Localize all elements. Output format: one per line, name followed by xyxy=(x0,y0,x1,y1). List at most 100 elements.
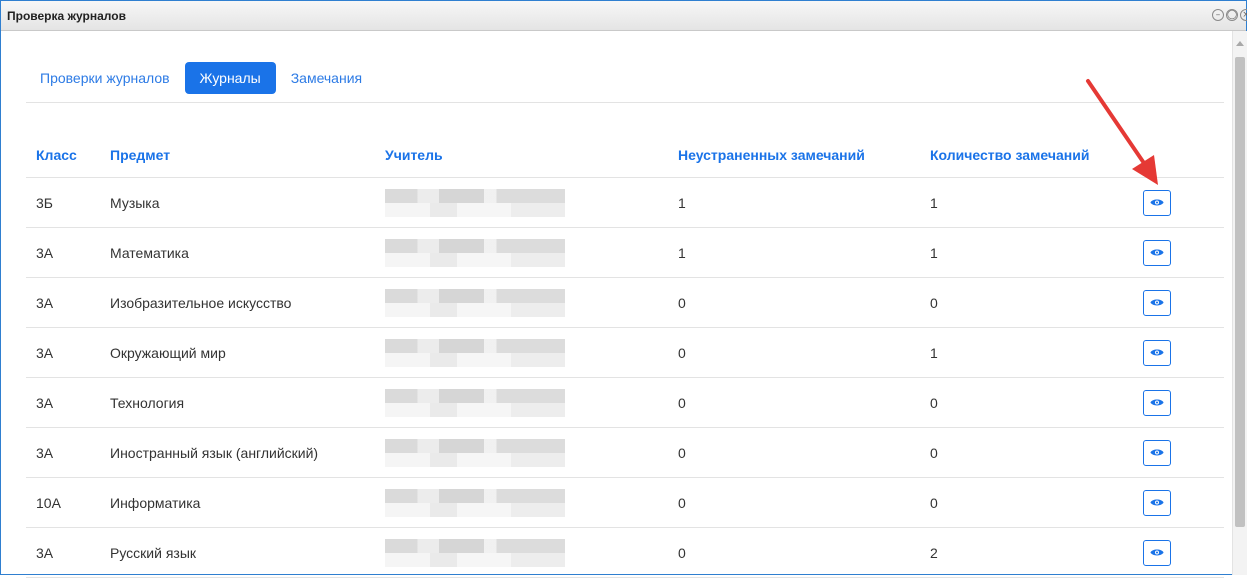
tab-journal-checks[interactable]: Проверки журналов xyxy=(31,62,179,94)
cell-total-remarks: 0 xyxy=(930,294,938,311)
table-row: 3А Математика 1 1 xyxy=(26,228,1224,278)
journal-check-window: Проверка журналов – ◯ × Проверки журнало… xyxy=(0,0,1247,578)
redacted-teacher-name xyxy=(385,188,565,217)
close-icon[interactable]: × xyxy=(1240,9,1247,21)
cell-open-remarks: 1 xyxy=(678,244,686,261)
window-title: Проверка журналов xyxy=(7,9,126,23)
redacted-teacher-name xyxy=(385,538,565,567)
cell-teacher-redacted xyxy=(385,178,565,227)
cell-subject: Русский язык xyxy=(110,544,197,561)
cell-teacher-redacted xyxy=(385,378,565,427)
view-journal-button[interactable] xyxy=(1143,539,1171,566)
cell-subject: Музыка xyxy=(110,194,160,211)
tab-remarks[interactable]: Замечания xyxy=(282,62,371,94)
view-journal-button[interactable] xyxy=(1143,239,1171,266)
view-journal-button[interactable] xyxy=(1143,289,1171,316)
cell-open-remarks: 1 xyxy=(678,194,686,211)
eye-icon xyxy=(1150,549,1164,556)
window-titlebar[interactable]: Проверка журналов – ◯ × xyxy=(1,1,1247,31)
cell-teacher-redacted xyxy=(385,328,565,377)
eye-icon xyxy=(1150,299,1164,306)
table-divider xyxy=(26,102,1224,103)
table-row: 3А Изобразительное искусство 0 0 xyxy=(26,278,1224,328)
redacted-teacher-name xyxy=(385,238,565,267)
cell-subject: Изобразительное искусство xyxy=(110,294,292,311)
scroll-thumb[interactable] xyxy=(1235,57,1245,527)
eye-icon xyxy=(1150,349,1164,356)
cell-open-remarks: 0 xyxy=(678,444,686,461)
cell-subject: Технология xyxy=(110,394,185,411)
cell-class: 3Б xyxy=(36,194,53,211)
eye-icon xyxy=(1150,399,1164,406)
table-row: 3А Русский язык 0 2 xyxy=(26,528,1224,578)
redacted-teacher-name xyxy=(385,338,565,367)
table-row: 10А Информатика 0 0 xyxy=(26,478,1224,528)
header-total-remarks[interactable]: Количество замечаний xyxy=(930,132,1089,177)
cell-action xyxy=(1143,478,1171,527)
redacted-teacher-name xyxy=(385,388,565,417)
cell-open-remarks: 0 xyxy=(678,344,686,361)
cell-action xyxy=(1143,228,1171,277)
cell-class: 3А xyxy=(36,394,54,411)
cell-open-remarks: 0 xyxy=(678,544,686,561)
cell-teacher-redacted xyxy=(385,478,565,527)
table-row: 3А Технология 0 0 xyxy=(26,378,1224,428)
cell-total-remarks: 1 xyxy=(930,244,938,261)
cell-class: 3А xyxy=(36,544,54,561)
view-journal-button[interactable] xyxy=(1143,439,1171,466)
eye-icon xyxy=(1150,499,1164,506)
header-open-remarks[interactable]: Неустраненных замечаний xyxy=(678,132,865,177)
header-subject[interactable]: Предмет xyxy=(110,132,170,177)
tab-bar: Проверки журналов Журналы Замечания xyxy=(31,62,377,94)
cell-class: 3А xyxy=(36,294,54,311)
cell-class: 10А xyxy=(36,494,61,511)
redacted-teacher-name xyxy=(385,488,565,517)
cell-subject: Иностранный язык (английский) xyxy=(110,444,319,461)
cell-total-remarks: 0 xyxy=(930,394,938,411)
cell-teacher-redacted xyxy=(385,228,565,277)
eye-icon xyxy=(1150,199,1164,206)
cell-total-remarks: 1 xyxy=(930,194,938,211)
table-header-row: Класс Предмет Учитель Неустраненных заме… xyxy=(26,132,1224,178)
cell-action xyxy=(1143,378,1171,427)
cell-teacher-redacted xyxy=(385,428,565,477)
table-row: 3А Иностранный язык (английский) 0 0 xyxy=(26,428,1224,478)
tab-journals[interactable]: Журналы xyxy=(184,62,276,94)
cell-action xyxy=(1143,528,1171,577)
view-journal-button[interactable] xyxy=(1143,189,1171,216)
header-teacher[interactable]: Учитель xyxy=(385,132,443,177)
view-journal-button[interactable] xyxy=(1143,339,1171,366)
view-journal-button[interactable] xyxy=(1143,389,1171,416)
header-class[interactable]: Класс xyxy=(36,132,77,177)
redacted-teacher-name xyxy=(385,288,565,317)
minimize-icon[interactable]: – xyxy=(1212,9,1224,21)
cell-total-remarks: 0 xyxy=(930,494,938,511)
cell-total-remarks: 1 xyxy=(930,344,938,361)
cell-action xyxy=(1143,428,1171,477)
table-row: 3А Окружающий мир 0 1 xyxy=(26,328,1224,378)
cell-teacher-redacted xyxy=(385,278,565,327)
eye-icon xyxy=(1150,449,1164,456)
redacted-teacher-name xyxy=(385,438,565,467)
cell-open-remarks: 0 xyxy=(678,294,686,311)
window-controls: – ◯ × xyxy=(1212,9,1247,21)
cell-action xyxy=(1143,278,1171,327)
cell-class: 3А xyxy=(36,344,54,361)
cell-total-remarks: 0 xyxy=(930,444,938,461)
cell-open-remarks: 0 xyxy=(678,494,686,511)
eye-icon xyxy=(1150,249,1164,256)
annotation-arrow-icon xyxy=(1086,79,1158,185)
cell-action xyxy=(1143,328,1171,377)
cell-class: 3А xyxy=(36,444,54,461)
table-row: 3Б Музыка 1 1 xyxy=(26,178,1224,228)
view-journal-button[interactable] xyxy=(1143,489,1171,516)
cell-total-remarks: 2 xyxy=(930,544,938,561)
cell-open-remarks: 0 xyxy=(678,394,686,411)
cell-teacher-redacted xyxy=(385,528,565,577)
maximize-icon[interactable]: ◯ xyxy=(1226,9,1238,21)
cell-subject: Математика xyxy=(110,244,189,261)
scroll-up-icon[interactable] xyxy=(1236,41,1244,46)
vertical-scrollbar[interactable] xyxy=(1232,31,1247,575)
cell-subject: Информатика xyxy=(110,494,201,511)
cell-subject: Окружающий мир xyxy=(110,344,226,361)
